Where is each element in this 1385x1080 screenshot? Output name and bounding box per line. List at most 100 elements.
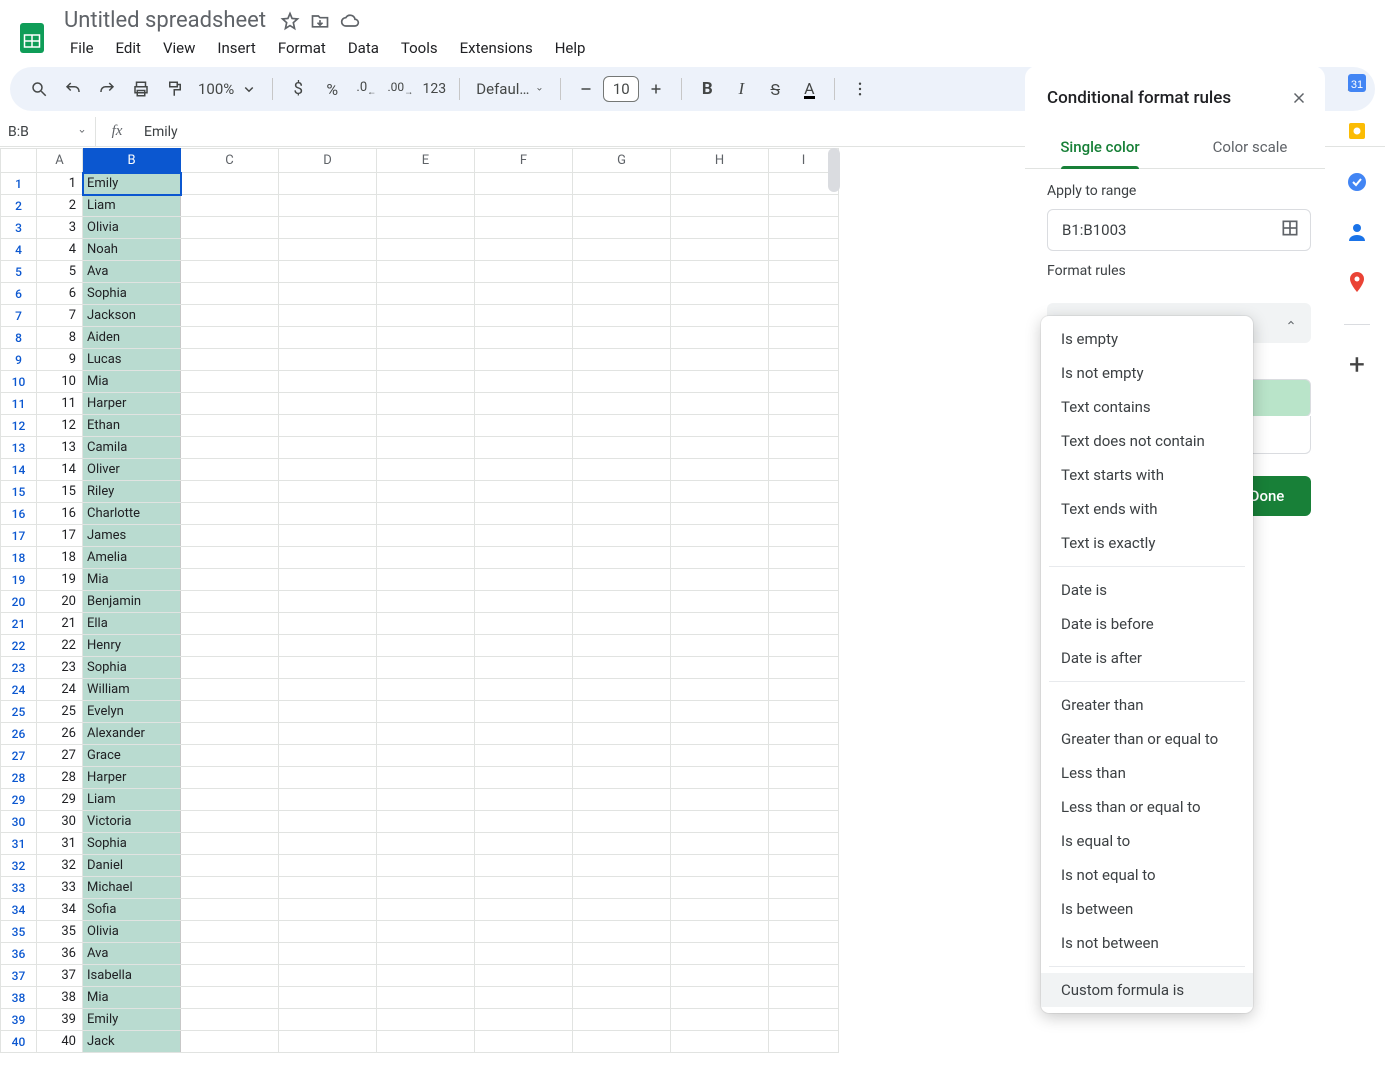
cell-E4[interactable] <box>377 239 475 261</box>
cell-H18[interactable] <box>671 547 769 569</box>
font-size-decrease[interactable] <box>571 74 601 104</box>
row-header[interactable]: 17 <box>1 525 37 547</box>
cell-D39[interactable] <box>279 1009 377 1031</box>
cell-F16[interactable] <box>475 503 573 525</box>
cell-E14[interactable] <box>377 459 475 481</box>
cell-B17[interactable]: James <box>83 525 181 547</box>
cell-G10[interactable] <box>573 371 671 393</box>
cell-H39[interactable] <box>671 1009 769 1031</box>
cell-I28[interactable] <box>769 767 839 789</box>
cell-B23[interactable]: Sophia <box>83 657 181 679</box>
cell-A27[interactable]: 27 <box>37 745 83 767</box>
cell-B24[interactable]: William <box>83 679 181 701</box>
cell-D28[interactable] <box>279 767 377 789</box>
cell-G2[interactable] <box>573 195 671 217</box>
cell-C23[interactable] <box>181 657 279 679</box>
menu-tools[interactable]: Tools <box>391 35 448 61</box>
cell-A30[interactable]: 30 <box>37 811 83 833</box>
cell-B32[interactable]: Daniel <box>83 855 181 877</box>
cell-B19[interactable]: Mia <box>83 569 181 591</box>
cell-G30[interactable] <box>573 811 671 833</box>
cell-D20[interactable] <box>279 591 377 613</box>
cell-E5[interactable] <box>377 261 475 283</box>
select-all-cell[interactable] <box>1 149 37 173</box>
cell-H35[interactable] <box>671 921 769 943</box>
cell-E11[interactable] <box>377 393 475 415</box>
cell-F28[interactable] <box>475 767 573 789</box>
cell-C1[interactable] <box>181 173 279 195</box>
cell-I14[interactable] <box>769 459 839 481</box>
cell-D19[interactable] <box>279 569 377 591</box>
cell-F3[interactable] <box>475 217 573 239</box>
cell-A2[interactable]: 2 <box>37 195 83 217</box>
more-toolbar-button[interactable] <box>845 74 875 104</box>
cell-G15[interactable] <box>573 481 671 503</box>
cell-E24[interactable] <box>377 679 475 701</box>
cell-E35[interactable] <box>377 921 475 943</box>
dropdown-option[interactable]: Custom formula is <box>1041 973 1253 1007</box>
cell-G28[interactable] <box>573 767 671 789</box>
row-header[interactable]: 8 <box>1 327 37 349</box>
cell-E25[interactable] <box>377 701 475 723</box>
cell-H19[interactable] <box>671 569 769 591</box>
cell-A38[interactable]: 38 <box>37 987 83 1009</box>
cell-C24[interactable] <box>181 679 279 701</box>
cell-F14[interactable] <box>475 459 573 481</box>
cell-H15[interactable] <box>671 481 769 503</box>
row-header[interactable]: 25 <box>1 701 37 723</box>
menu-edit[interactable]: Edit <box>106 35 151 61</box>
cell-F5[interactable] <box>475 261 573 283</box>
dropdown-option[interactable]: Is equal to <box>1041 824 1253 858</box>
cell-E20[interactable] <box>377 591 475 613</box>
cell-I40[interactable] <box>769 1031 839 1053</box>
row-header[interactable]: 32 <box>1 855 37 877</box>
cell-C16[interactable] <box>181 503 279 525</box>
dropdown-option[interactable]: Is empty <box>1041 322 1253 356</box>
cell-E23[interactable] <box>377 657 475 679</box>
cell-C28[interactable] <box>181 767 279 789</box>
cell-D32[interactable] <box>279 855 377 877</box>
cell-I20[interactable] <box>769 591 839 613</box>
cell-C13[interactable] <box>181 437 279 459</box>
column-header-G[interactable]: G <box>573 149 671 173</box>
cell-A13[interactable]: 13 <box>37 437 83 459</box>
cell-G32[interactable] <box>573 855 671 877</box>
cell-F9[interactable] <box>475 349 573 371</box>
cell-C2[interactable] <box>181 195 279 217</box>
cell-G16[interactable] <box>573 503 671 525</box>
apply-range-input[interactable]: B1:B1003 <box>1047 209 1311 251</box>
cell-D9[interactable] <box>279 349 377 371</box>
cell-D11[interactable] <box>279 393 377 415</box>
cell-A18[interactable]: 18 <box>37 547 83 569</box>
cell-F27[interactable] <box>475 745 573 767</box>
cell-D7[interactable] <box>279 305 377 327</box>
row-header[interactable]: 39 <box>1 1009 37 1031</box>
cell-H31[interactable] <box>671 833 769 855</box>
cell-D25[interactable] <box>279 701 377 723</box>
column-header-B[interactable]: B <box>83 149 181 173</box>
cell-H30[interactable] <box>671 811 769 833</box>
cell-F25[interactable] <box>475 701 573 723</box>
cell-H33[interactable] <box>671 877 769 899</box>
cell-I10[interactable] <box>769 371 839 393</box>
cell-A33[interactable]: 33 <box>37 877 83 899</box>
cell-I29[interactable] <box>769 789 839 811</box>
row-header[interactable]: 3 <box>1 217 37 239</box>
row-header[interactable]: 13 <box>1 437 37 459</box>
cell-D40[interactable] <box>279 1031 377 1053</box>
cell-A35[interactable]: 35 <box>37 921 83 943</box>
cell-C29[interactable] <box>181 789 279 811</box>
cell-I36[interactable] <box>769 943 839 965</box>
cell-E2[interactable] <box>377 195 475 217</box>
cell-H37[interactable] <box>671 965 769 987</box>
cell-C25[interactable] <box>181 701 279 723</box>
cell-C31[interactable] <box>181 833 279 855</box>
cell-H28[interactable] <box>671 767 769 789</box>
dropdown-option[interactable]: Text ends with <box>1041 492 1253 526</box>
print-button[interactable] <box>126 74 156 104</box>
cell-B3[interactable]: Olivia <box>83 217 181 239</box>
cell-C14[interactable] <box>181 459 279 481</box>
cell-A32[interactable]: 32 <box>37 855 83 877</box>
cell-I38[interactable] <box>769 987 839 1009</box>
cell-A26[interactable]: 26 <box>37 723 83 745</box>
